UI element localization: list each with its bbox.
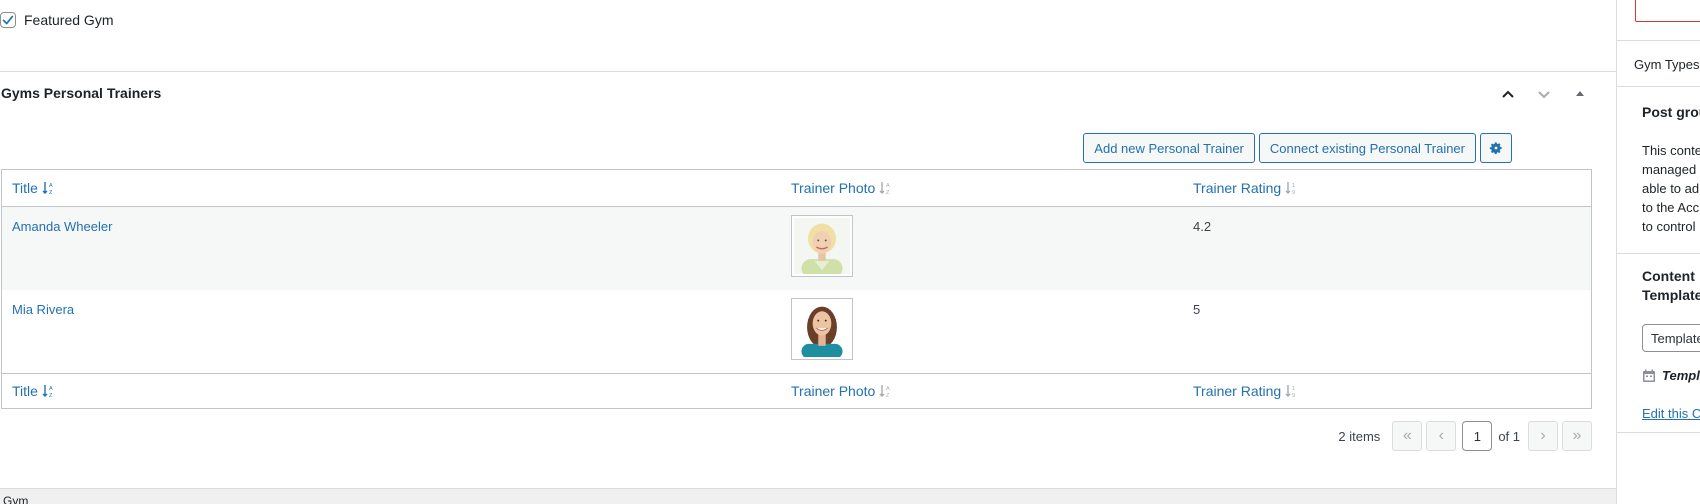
section-divider <box>0 71 1616 72</box>
rating-value: 4.2 <box>1193 219 1212 234</box>
svg-text:Z: Z <box>886 393 890 398</box>
photo-cell <box>791 290 1193 373</box>
error-input-box[interactable] <box>1635 0 1700 22</box>
first-page-button[interactable]: « <box>1392 421 1423 451</box>
template-label: Templ <box>1662 368 1700 383</box>
svg-text:Z: Z <box>886 190 890 195</box>
template-row: Templ <box>1642 368 1700 383</box>
column-rating-header[interactable]: Trainer Rating 19 <box>1193 180 1591 196</box>
metabox-title: Gyms Personal Trainers <box>1 85 162 101</box>
gear-icon <box>1489 142 1502 155</box>
column-photo-label: Trainer Photo <box>791 180 876 196</box>
post-group-title: Post grou <box>1642 104 1700 120</box>
column-photo-footer[interactable]: Trainer Photo AZ <box>791 383 1193 399</box>
template-select[interactable]: Template <box>1642 324 1700 352</box>
featured-gym-checkbox[interactable] <box>0 12 16 28</box>
sidebar-divider <box>1617 432 1700 433</box>
table-header: Title AZ Trainer Photo AZ Trainer Rating… <box>2 170 1591 207</box>
gym-types-panel-title[interactable]: Gym Types <box>1634 57 1700 72</box>
sort-alpha-icon: AZ <box>879 384 893 398</box>
sort-alpha-desc-icon: AZ <box>42 181 56 195</box>
next-page-button[interactable]: › <box>1528 421 1558 451</box>
table-row: Mia Rivera 5 <box>2 290 1591 373</box>
svg-text:1: 1 <box>1292 386 1295 392</box>
column-title-label: Title <box>12 383 38 399</box>
last-page-button[interactable]: » <box>1562 421 1592 451</box>
title-cell: Amanda Wheeler <box>2 207 791 290</box>
next-metabox-title: Gym <box>3 494 29 504</box>
description-line: able to ad <box>1642 181 1700 196</box>
prev-page-button[interactable]: ‹ <box>1426 421 1457 451</box>
svg-text:A: A <box>49 183 53 189</box>
content-template-title: Content Template <box>1642 267 1700 305</box>
svg-text:Z: Z <box>49 190 53 195</box>
trainer-link[interactable]: Amanda Wheeler <box>12 219 112 234</box>
sort-alpha-icon: AZ <box>879 181 893 195</box>
title-line: Content <box>1642 268 1695 284</box>
column-photo-header[interactable]: Trainer Photo AZ <box>791 180 1193 196</box>
title-line: Template <box>1642 287 1700 303</box>
move-down-button[interactable] <box>1526 82 1562 106</box>
total-pages: of 1 <box>1498 428 1520 444</box>
chevron-down-icon <box>1538 91 1550 99</box>
trainers-table: Title AZ Trainer Photo AZ Trainer Rating… <box>1 169 1592 409</box>
featured-gym-field: Featured Gym <box>0 12 113 28</box>
main-column: Featured Gym Gyms Personal Trainers Add … <box>0 0 1616 488</box>
sort-numeric-icon: 19 <box>1285 181 1299 195</box>
current-page-input[interactable] <box>1462 421 1493 451</box>
add-personal-trainer-button[interactable]: Add new Personal Trainer <box>1083 133 1255 163</box>
trainer-photo[interactable] <box>791 298 853 360</box>
trainer-photo[interactable] <box>791 215 853 277</box>
table-footer: Title AZ Trainer Photo AZ Trainer Rating… <box>2 373 1591 408</box>
photo-cell <box>791 207 1193 290</box>
chevron-up-icon <box>1502 90 1514 98</box>
metabox-handle-actions <box>1490 82 1598 106</box>
checkmark-icon <box>2 15 14 25</box>
rating-value: 5 <box>1193 302 1201 317</box>
column-rating-footer[interactable]: Trainer Rating 19 <box>1193 383 1591 399</box>
trainer-link[interactable]: Mia Rivera <box>12 302 74 317</box>
svg-text:1: 1 <box>1292 183 1295 189</box>
description-line: to control <box>1642 219 1696 234</box>
sidebar-divider <box>1617 40 1700 41</box>
column-title-label: Title <box>12 180 38 196</box>
connect-personal-trainer-button[interactable]: Connect existing Personal Trainer <box>1258 133 1476 163</box>
toggle-panel-button[interactable] <box>1562 82 1598 106</box>
column-rating-label: Trainer Rating <box>1193 383 1282 399</box>
pagination: 2 items « ‹ of 1 › » <box>1338 421 1592 451</box>
featured-gym-label: Featured Gym <box>24 12 114 28</box>
svg-text:A: A <box>886 183 890 189</box>
sidebar-divider <box>1617 86 1700 87</box>
sidebar-divider <box>1617 253 1700 254</box>
edit-template-link[interactable]: Edit this C <box>1642 406 1700 421</box>
description-line: managed <box>1642 162 1697 177</box>
rating-cell: 4.2 <box>1193 207 1591 290</box>
right-sidebar: Gym Types Post grou This conte managed a… <box>1616 0 1700 504</box>
column-rating-label: Trainer Rating <box>1193 180 1282 196</box>
rating-cell: 5 <box>1193 290 1591 373</box>
column-photo-label: Trainer Photo <box>791 383 876 399</box>
description-line: This conte <box>1642 143 1700 158</box>
table-row: Amanda Wheeler 4.2 <box>2 207 1591 290</box>
calendar-icon <box>1643 369 1655 382</box>
svg-text:Z: Z <box>49 393 53 398</box>
move-up-button[interactable] <box>1490 82 1526 106</box>
next-metabox-strip <box>0 488 1616 504</box>
relationship-toolbar: Add new Personal Trainer Connect existin… <box>1083 133 1512 163</box>
svg-text:A: A <box>886 386 890 392</box>
column-title-header[interactable]: Title AZ <box>2 180 791 196</box>
sort-alpha-desc-icon: AZ <box>42 384 56 398</box>
svg-text:9: 9 <box>1292 190 1295 195</box>
post-group-description: This conte managed able to ad to the Acc… <box>1642 141 1700 236</box>
svg-text:9: 9 <box>1292 393 1295 398</box>
settings-button[interactable] <box>1480 133 1512 163</box>
column-title-footer[interactable]: Title AZ <box>2 383 791 399</box>
svg-text:A: A <box>49 386 53 392</box>
triangle-up-icon <box>1576 91 1584 96</box>
sort-numeric-icon: 19 <box>1285 384 1299 398</box>
description-line: to the Acc <box>1642 200 1700 215</box>
title-cell: Mia Rivera <box>2 290 791 373</box>
items-count: 2 items <box>1338 428 1381 444</box>
